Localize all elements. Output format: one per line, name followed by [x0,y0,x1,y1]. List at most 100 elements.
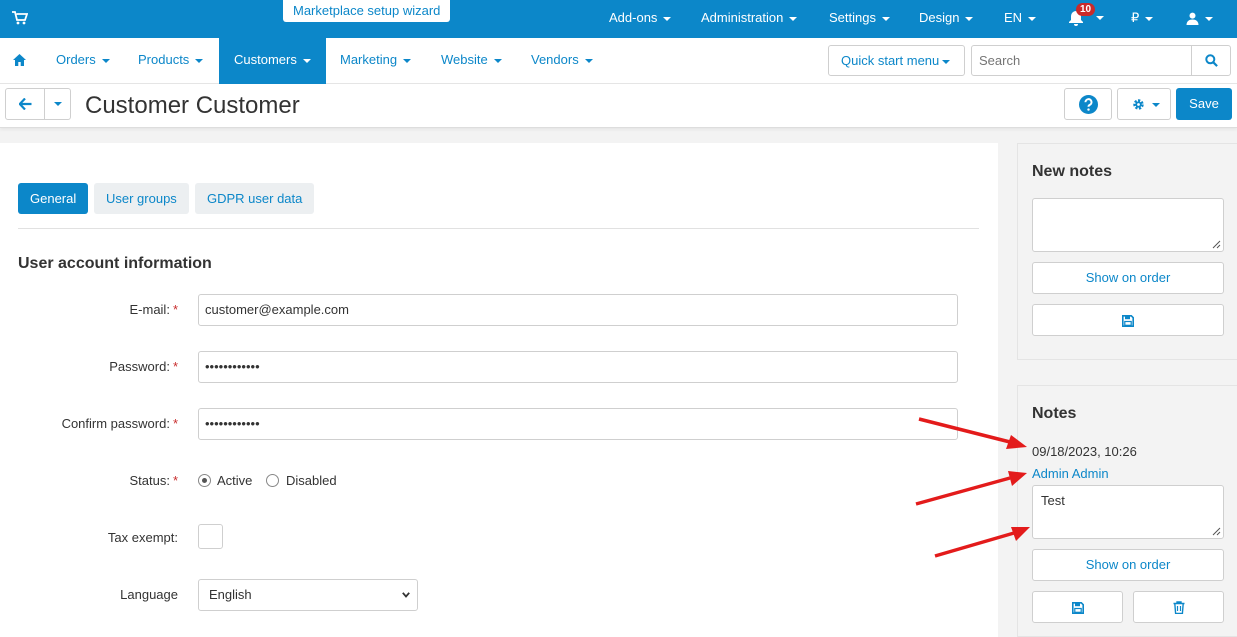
tabs-divider [18,228,979,229]
resize-grip-icon[interactable] [1212,240,1221,249]
menu-language-label: EN [1004,10,1023,25]
notes-title: Notes [1032,405,1077,422]
home-icon[interactable] [13,54,26,66]
nav-customers[interactable]: Customers [219,38,326,84]
search-icon [1205,54,1218,67]
main-nav: Orders Products Customers Marketing Webs… [0,38,1237,84]
tab-user-groups[interactable]: User groups [94,183,189,214]
status-disabled-radio[interactable] [266,474,279,487]
tab-gdpr-user-data[interactable]: GDPR user data [195,183,315,214]
menu-settings-label: Settings [829,10,876,25]
password-label-text: Password: [109,359,170,374]
new-note-save-button[interactable] [1032,304,1224,336]
help-button[interactable] [1064,88,1112,120]
password-field[interactable]: •••••••••••• [198,351,958,383]
menu-currency[interactable]: ₽ [1131,0,1154,38]
email-field[interactable]: customer@example.com [198,294,958,326]
nav-marketing[interactable]: Marketing [340,38,412,84]
required-marker: * [172,473,178,488]
required-marker: * [172,359,178,374]
arrow-left-icon [19,98,32,110]
chevron-down-icon [1205,16,1213,21]
confirm-password-label-text: Confirm password: [61,416,170,431]
email-label: E-mail: * [129,302,178,317]
tax-exempt-checkbox[interactable] [198,524,223,549]
currency-symbol: ₽ [1131,10,1140,25]
required-marker: * [172,302,178,317]
language-select[interactable]: English [198,579,418,611]
trash-icon [1173,601,1185,614]
status-disabled-label[interactable]: Disabled [286,473,337,488]
gear-icon [1133,99,1144,110]
marketplace-setup-wizard-link[interactable]: Marketplace setup wizard [283,0,451,22]
section-title: User account information [18,255,212,272]
chevron-down-icon [402,592,410,598]
new-note-textarea[interactable] [1032,198,1224,252]
back-button[interactable] [5,88,45,120]
nav-products[interactable]: Products [138,38,204,84]
nav-vendors[interactable]: Vendors [531,38,593,84]
menu-user[interactable] [1186,0,1213,38]
top-bar: Marketplace setup wizard Add-ons Adminis… [0,0,1237,38]
cart-icon[interactable] [12,11,28,25]
password-label: Password: * [109,359,178,374]
note-show-on-order-button[interactable]: Show on order [1032,549,1224,581]
note-textarea[interactable]: Test [1032,485,1224,539]
chevron-down-icon [302,58,311,63]
menu-settings[interactable]: Settings [829,0,890,38]
back-history-dropdown[interactable] [44,88,71,120]
status-active-radio[interactable] [198,474,211,487]
menu-addons[interactable]: Add-ons [609,0,672,38]
note-author-link[interactable]: Admin Admin [1032,466,1109,481]
chevron-down-icon [942,59,951,64]
resize-grip-icon[interactable] [1212,527,1221,536]
quick-start-label: Quick start menu [841,53,940,68]
menu-addons-label: Add-ons [609,10,658,25]
menu-design[interactable]: Design [919,0,974,38]
chevron-down-icon [1028,16,1037,21]
status-active-label[interactable]: Active [217,473,252,488]
customer-form-panel: General User groups GDPR user data User … [0,143,998,637]
notification-count-badge: 10 [1076,3,1096,16]
chevron-down-icon [101,58,110,63]
new-note-show-on-order-button[interactable]: Show on order [1032,262,1224,294]
chevron-down-icon [403,58,412,63]
nav-products-label: Products [138,52,190,67]
save-icon [1072,602,1084,614]
nav-orders-label: Orders [56,52,96,67]
confirm-password-field[interactable]: •••••••••••• [198,408,958,440]
note-save-button[interactable] [1032,591,1123,623]
status-label: Status: * [129,473,178,488]
chevron-down-icon[interactable] [1096,16,1104,20]
confirm-password-label: Confirm password: * [62,416,178,431]
chevron-down-icon [1145,16,1154,21]
chevron-down-icon [881,16,890,21]
language-selected-value: English [209,587,252,602]
quick-start-menu-button[interactable]: Quick start menu [828,45,965,76]
menu-design-label: Design [919,10,960,25]
search-input[interactable] [971,45,1192,76]
page-header: Customer Customer Save [0,84,1237,128]
nav-orders[interactable]: Orders [56,38,110,84]
chevron-down-icon [493,58,502,63]
save-button[interactable]: Save [1176,88,1232,120]
search-button[interactable] [1191,45,1231,76]
chevron-down-icon [584,58,593,63]
nav-vendors-label: Vendors [531,52,579,67]
status-label-text: Status: [129,473,170,488]
settings-gear-button[interactable] [1117,88,1171,120]
tab-general[interactable]: General [18,183,89,214]
menu-administration-label: Administration [701,10,784,25]
menu-administration[interactable]: Administration [701,0,798,38]
menu-language[interactable]: EN [1004,0,1037,38]
note-delete-button[interactable] [1133,591,1224,623]
page-title: Customer Customer [85,92,300,119]
tax-exempt-label: Tax exempt: [107,530,178,545]
chevron-down-icon [195,58,204,63]
nav-marketing-label: Marketing [340,52,398,67]
user-icon [1186,12,1199,26]
nav-website[interactable]: Website [441,38,502,84]
chevron-down-icon [965,16,974,21]
note-text: Test [1041,493,1065,508]
new-notes-panel: New notes Show on order [1017,143,1237,360]
